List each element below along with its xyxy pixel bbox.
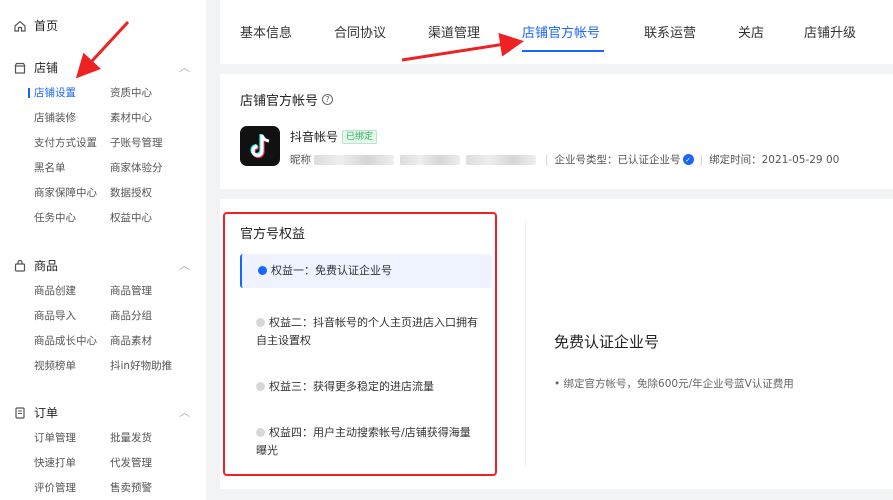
account-title-text: 店铺官方帐号 xyxy=(240,94,319,109)
sidebar-item[interactable]: 任务中心 xyxy=(34,211,110,226)
tab-channels[interactable]: 渠道管理 xyxy=(428,22,480,41)
benefit-detail-desc: • 绑定官方帐号，免除600元/年企业号蓝V认证费用 xyxy=(554,378,794,390)
annotation-highlight-box xyxy=(223,212,497,476)
nav-section-store[interactable]: 店铺 ︿ xyxy=(14,59,190,76)
sidebar-item[interactable]: 商品导入 xyxy=(34,309,110,324)
redacted-nickname xyxy=(400,154,460,165)
vertical-divider xyxy=(525,221,526,466)
goods-submenu: 商品创建 商品管理 商品导入 商品分组 商品成长中心 商品素材 视频榜单 抖in… xyxy=(34,284,186,374)
account-section-title: 店铺官方帐号 ? xyxy=(240,90,334,109)
sidebar-item[interactable]: 店铺装修 xyxy=(34,111,110,126)
sidebar-item[interactable]: 商品素材 xyxy=(110,334,186,349)
sidebar-item[interactable]: 批量发货 xyxy=(110,431,186,446)
tab-upgrade[interactable]: 店铺升级 xyxy=(804,22,856,41)
nav-home-label: 首页 xyxy=(34,19,59,33)
account-meta-row: 昵称 | 企业号类型：已认证企业号 ✓ | 绑定时间：2021-05-29 00 xyxy=(290,153,840,167)
sidebar-item[interactable]: 视频榜单 xyxy=(34,359,110,374)
home-icon xyxy=(14,20,26,32)
sidebar-item[interactable]: 快速打单 xyxy=(34,456,110,471)
sidebar-item[interactable]: 代发管理 xyxy=(110,456,186,471)
sidebar-item[interactable]: 商品成长中心 xyxy=(34,334,110,349)
active-indicator xyxy=(28,88,30,98)
sidebar-item[interactable]: 权益中心 xyxy=(110,211,186,226)
tab-contracts[interactable]: 合同协议 xyxy=(334,22,386,41)
sidebar-item[interactable]: 商家体验分 xyxy=(110,161,186,176)
sidebar-item[interactable]: 商品创建 xyxy=(34,284,110,299)
sidebar-item[interactable]: 支付方式设置 xyxy=(34,136,110,151)
sidebar-item-store-settings[interactable]: 店铺设置 xyxy=(34,86,110,101)
chevron-up-icon[interactable]: ︿ xyxy=(179,257,190,273)
chevron-up-icon[interactable]: ︿ xyxy=(179,404,190,420)
douyin-logo xyxy=(240,126,280,166)
sidebar-item[interactable]: 商品分组 xyxy=(110,309,186,324)
nav-section-goods-label: 商品 xyxy=(34,259,59,273)
chevron-up-icon[interactable]: ︿ xyxy=(179,59,190,75)
store-icon xyxy=(14,62,26,74)
nav-section-orders[interactable]: 订单 ︿ xyxy=(14,404,190,421)
verified-icon: ✓ xyxy=(682,154,694,165)
sidebar-item[interactable]: 商品管理 xyxy=(110,284,186,299)
nav-section-goods[interactable]: 商品 ︿ xyxy=(14,257,190,274)
tab-contact-ops[interactable]: 联系运营 xyxy=(644,22,696,41)
sidebar-item[interactable]: 资质中心 xyxy=(110,86,186,101)
sidebar: 首页 店铺 ︿ 店铺设置 资质中心 店铺装修 素材中心 支付方式设置 子账号管理… xyxy=(0,0,206,500)
tab-close-store[interactable]: 关店 xyxy=(738,22,764,41)
sidebar-item[interactable]: 数据授权 xyxy=(110,186,186,201)
bound-badge: 已绑定 xyxy=(342,129,378,144)
sidebar-item[interactable]: 评价管理 xyxy=(34,481,110,496)
sidebar-item[interactable]: 素材中心 xyxy=(110,111,186,126)
account-name-row: 抖音帐号 已绑定 xyxy=(290,128,378,145)
tab-active-underline xyxy=(522,50,604,52)
redacted-nickname xyxy=(314,154,394,165)
help-icon[interactable]: ? xyxy=(322,94,334,105)
account-type: 企业号类型：已认证企业号 xyxy=(554,154,681,166)
account-name: 抖音帐号 xyxy=(290,130,339,144)
nav-home[interactable]: 首页 xyxy=(14,17,58,34)
sidebar-item[interactable]: 售卖预警 xyxy=(110,481,186,496)
sidebar-item[interactable]: 子账号管理 xyxy=(110,136,186,151)
tab-official-account[interactable]: 店铺官方帐号 xyxy=(522,22,600,41)
benefit-detail-title: 免费认证企业号 xyxy=(554,333,660,351)
nickname-label: 昵称 xyxy=(290,154,311,166)
bind-time: 绑定时间：2021-05-29 00 xyxy=(709,154,840,166)
bag-icon xyxy=(14,259,26,272)
store-submenu: 店铺设置 资质中心 店铺装修 素材中心 支付方式设置 子账号管理 黑名单 商家体… xyxy=(34,86,186,226)
nav-section-orders-label: 订单 xyxy=(34,406,59,420)
nav-section-store-label: 店铺 xyxy=(34,61,59,75)
sidebar-item[interactable]: 商家保障中心 xyxy=(34,186,110,201)
sidebar-item[interactable]: 黑名单 xyxy=(34,161,110,176)
tab-basic-info[interactable]: 基本信息 xyxy=(240,22,292,41)
official-account-card: 店铺官方帐号 ? 抖音帐号 已绑定 昵称 | 企业号类型：已认证企业号 ✓ | … xyxy=(220,74,893,189)
sidebar-item[interactable]: 订单管理 xyxy=(34,431,110,446)
tab-bar: 基本信息 合同协议 渠道管理 店铺官方帐号 联系运营 关店 店铺升级 xyxy=(220,0,893,64)
order-icon xyxy=(15,406,25,419)
redacted-nickname xyxy=(466,154,536,165)
orders-submenu: 订单管理 批量发货 快速打单 代发管理 评价管理 售卖预警 xyxy=(34,431,186,496)
sidebar-item[interactable]: 抖in好物助推 xyxy=(110,359,186,374)
